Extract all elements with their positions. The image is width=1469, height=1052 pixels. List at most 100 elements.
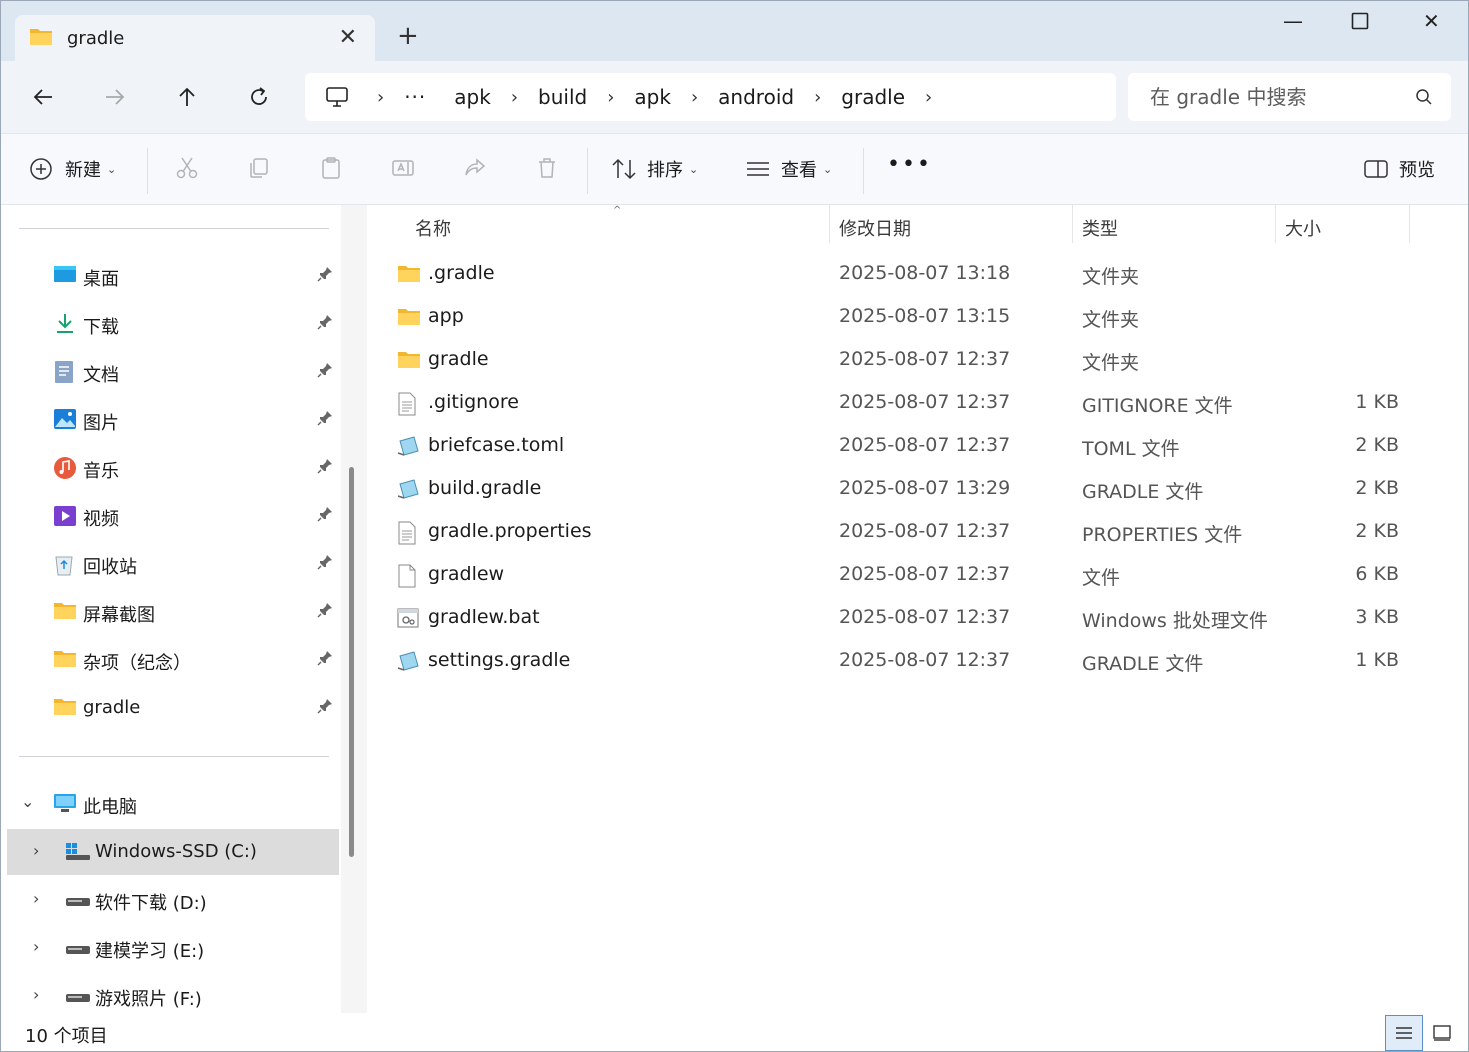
sidebar-item-drive[interactable]: › Windows-SSD (C:)	[7, 829, 339, 875]
computer-icon[interactable]	[325, 86, 349, 108]
tab-title: gradle	[67, 27, 125, 49]
table-row[interactable]: gradle 2025-08-07 12:37 文件夹	[387, 339, 1447, 382]
tab-gradle[interactable]: gradle ✕	[15, 15, 375, 61]
details-view-button[interactable]	[1385, 1015, 1423, 1051]
pin-icon[interactable]	[317, 650, 333, 671]
search-input[interactable]	[1150, 85, 1400, 109]
pictures-icon	[53, 408, 77, 435]
view-button[interactable]: 查看 ⌄	[745, 156, 832, 182]
table-row[interactable]: briefcase.toml 2025-08-07 12:37 TOML 文件 2 K…	[387, 425, 1447, 468]
sidebar-item-quick-access[interactable]: 音乐	[1, 445, 339, 491]
sidebar-item-quick-access[interactable]: 文档	[1, 349, 339, 395]
refresh-button[interactable]	[241, 79, 277, 115]
chevron-right-icon[interactable]: ›	[911, 87, 946, 108]
table-row[interactable]: gradlew 2025-08-07 12:37 文件 6 KB	[387, 554, 1447, 597]
sidebar-item-drive[interactable]: › 软件下载 (D:)	[1, 877, 339, 923]
table-row[interactable]: settings.gradle 2025-08-07 12:37 GRADLE 文件…	[387, 640, 1447, 683]
table-row[interactable]: gradle.properties 2025-08-07 12:37 PROPERT…	[387, 511, 1447, 554]
sidebar-item-label: 回收站	[83, 557, 137, 578]
maximize-icon[interactable]	[1351, 11, 1369, 35]
chevron-right-icon[interactable]: ›	[497, 87, 532, 108]
search-icon[interactable]	[1415, 88, 1433, 110]
pin-icon[interactable]	[317, 602, 333, 623]
chevron-right-icon[interactable]: ›	[33, 889, 39, 908]
scrollbar-thumb[interactable]	[349, 467, 354, 857]
this-pc-label: 此电脑	[83, 797, 137, 818]
breadcrumb-gradle[interactable]: gradle	[835, 85, 911, 109]
pin-icon[interactable]	[317, 554, 333, 575]
sort-ascending-icon: ^	[613, 205, 622, 216]
sidebar-item-quick-access[interactable]: 图片	[1, 397, 339, 443]
sidebar-item-quick-access[interactable]: 屏幕截图	[1, 589, 339, 635]
clipboard-icon	[322, 157, 340, 179]
copy-button[interactable]	[247, 156, 271, 180]
back-button[interactable]	[25, 79, 61, 115]
sidebar-item-quick-access[interactable]: 下载	[1, 301, 339, 347]
chevron-right-icon[interactable]: ›	[33, 841, 39, 860]
share-button[interactable]	[463, 156, 487, 180]
chevron-right-icon[interactable]: ›	[349, 87, 398, 108]
breadcrumb-apk[interactable]: apk	[448, 85, 497, 109]
forward-button[interactable]	[97, 79, 133, 115]
address-bar[interactable]: › ··· apk › build › apk › android › grad…	[305, 73, 1116, 121]
sidebar-item-drive[interactable]: › 建模学习 (E:)	[1, 925, 339, 971]
minimize-icon[interactable]: —	[1283, 9, 1303, 33]
new-tab-icon[interactable]: +	[397, 21, 419, 51]
paste-button[interactable]	[319, 156, 343, 180]
pin-icon[interactable]	[317, 362, 333, 383]
pin-icon[interactable]	[317, 266, 333, 287]
up-button[interactable]	[169, 79, 205, 115]
pin-icon[interactable]	[317, 698, 333, 719]
preview-button[interactable]: 预览	[1363, 156, 1435, 182]
table-row[interactable]: .gitignore 2025-08-07 12:37 GITIGNORE 文件 1 …	[387, 382, 1447, 425]
file-size: 2 KB	[1355, 520, 1399, 542]
folder-icon	[53, 648, 77, 673]
pin-icon[interactable]	[317, 458, 333, 479]
sort-button[interactable]: 排序 ⌄	[611, 156, 698, 182]
column-header-modified[interactable]: 修改日期	[839, 215, 911, 241]
pin-icon[interactable]	[317, 410, 333, 431]
breadcrumb-apk-2[interactable]: apk	[628, 85, 677, 109]
chevron-right-icon[interactable]: ›	[33, 937, 39, 956]
column-header-name[interactable]: 名称	[415, 215, 451, 241]
chevron-right-icon[interactable]: ›	[33, 985, 39, 1004]
text-file-icon	[397, 392, 417, 420]
sidebar-item-this-pc[interactable]: ⌄ 此电脑	[1, 781, 339, 827]
chevron-right-icon[interactable]: ›	[800, 87, 835, 108]
breadcrumb-build[interactable]: build	[532, 85, 593, 109]
drive-label: 建模学习 (E:)	[95, 941, 205, 962]
sidebar-item-quick-access[interactable]: 桌面	[1, 253, 339, 299]
close-tab-icon[interactable]: ✕	[339, 25, 357, 50]
sidebar-item-quick-access[interactable]: 杂项（纪念）	[1, 637, 339, 683]
close-window-icon[interactable]: ✕	[1423, 9, 1440, 33]
sidebar-item-quick-access[interactable]: 回收站	[1, 541, 339, 587]
sidebar-item-quick-access[interactable]: 视频	[1, 493, 339, 539]
table-row[interactable]: gradlew.bat 2025-08-07 12:37 Windows 批处理文件…	[387, 597, 1447, 640]
column-header-size[interactable]: 大小	[1285, 215, 1321, 241]
breadcrumb-overflow[interactable]: ···	[398, 85, 432, 109]
sidebar-scrollbar[interactable]	[341, 205, 367, 1013]
chevron-right-icon[interactable]: ›	[677, 87, 712, 108]
chevron-right-icon[interactable]: ›	[593, 87, 628, 108]
breadcrumb-android[interactable]: android	[712, 85, 800, 109]
file-date: 2025-08-07 12:37	[839, 348, 1011, 370]
more-options-button[interactable]: •••	[887, 152, 932, 177]
table-row[interactable]: app 2025-08-07 13:15 文件夹	[387, 296, 1447, 339]
chevron-down-icon[interactable]: ⌄	[21, 792, 34, 811]
sidebar-item-drive[interactable]: › 游戏照片 (F:)	[1, 973, 339, 1013]
rename-button[interactable]	[391, 156, 415, 180]
column-header-type[interactable]: 类型	[1082, 215, 1118, 241]
cut-button[interactable]	[175, 156, 199, 180]
pin-icon[interactable]	[317, 314, 333, 335]
tiles-view-button[interactable]	[1423, 1015, 1461, 1051]
code-file-icon	[397, 435, 421, 461]
drive-label: 软件下载 (D:)	[95, 893, 207, 914]
pin-icon[interactable]	[317, 506, 333, 527]
table-row[interactable]: build.gradle 2025-08-07 13:29 GRADLE 文件 2 K…	[387, 468, 1447, 511]
sidebar-item-quick-access[interactable]: gradle	[1, 685, 339, 731]
table-row[interactable]: .gradle 2025-08-07 13:18 文件夹	[387, 253, 1447, 296]
delete-button[interactable]	[535, 156, 559, 180]
file-name: briefcase.toml	[428, 434, 565, 456]
new-button[interactable]: 新建 ⌄	[29, 156, 116, 182]
sidebar-item-label: 杂项（纪念）	[83, 653, 191, 674]
